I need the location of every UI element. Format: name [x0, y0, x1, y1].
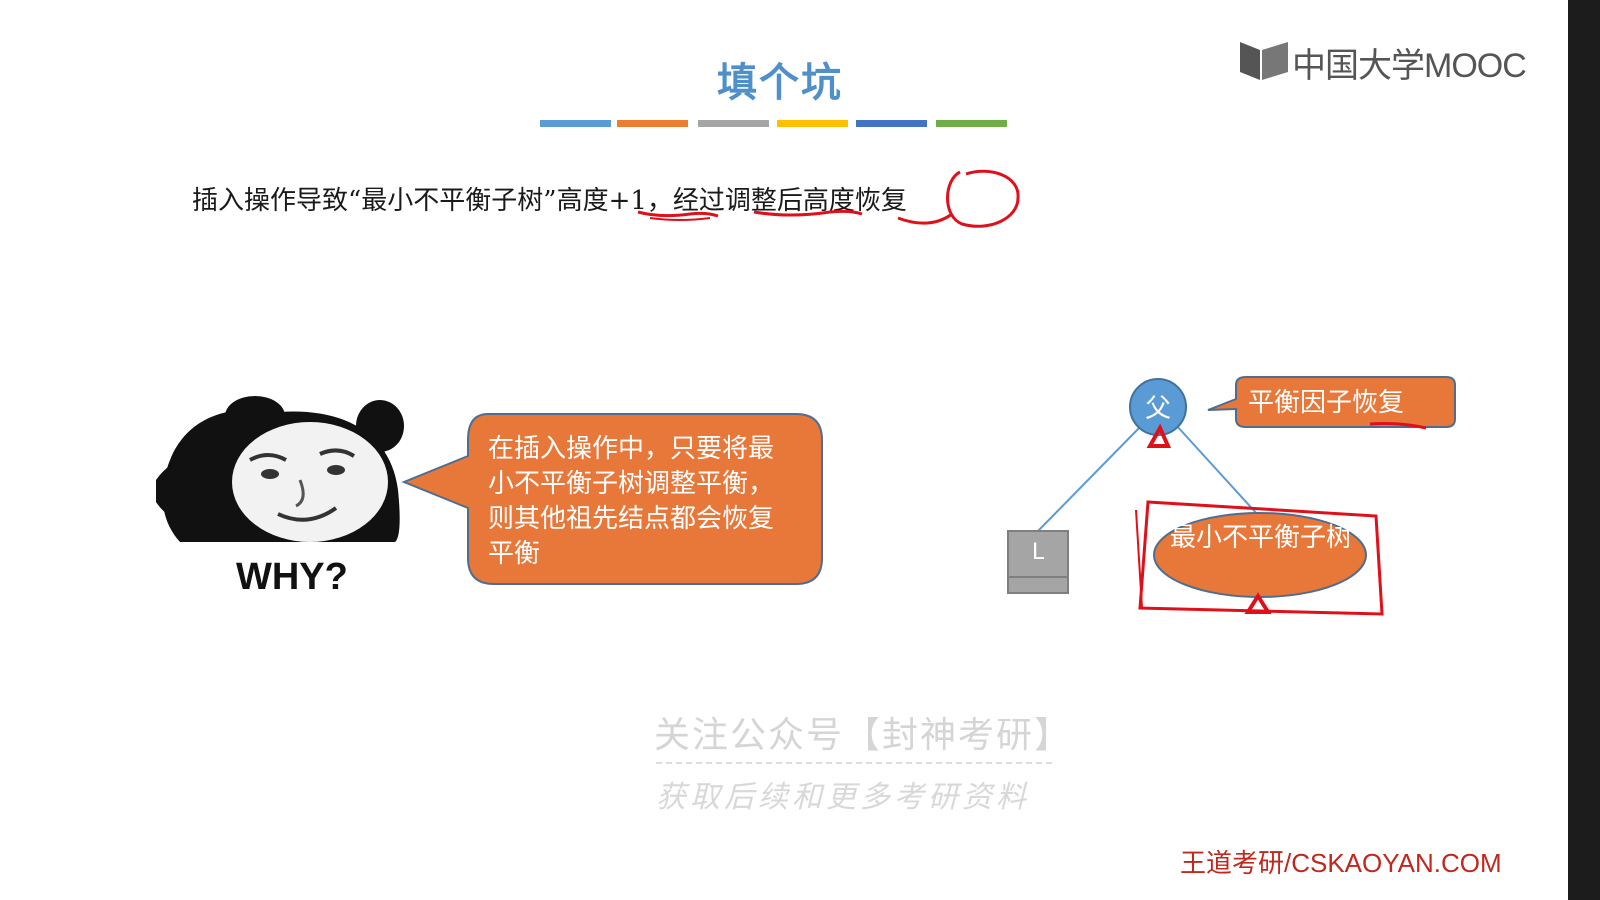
title-bar-darkblue: [856, 120, 927, 127]
left-node-label: L: [1031, 540, 1045, 565]
subtree-node-label: 最小不平衡子树: [1169, 523, 1352, 553]
parent-node-label: 父: [1144, 394, 1171, 424]
slide: 填个坑 中国大学MOOC 插入操作导致“最小不平衡子树”高度+1，经过调整后高度…: [0, 0, 1568, 900]
title-bar-gray: [698, 120, 769, 127]
title-bar-orange: [617, 120, 688, 127]
intro-sentence: 插入操作导致“最小不平衡子树”高度+1，经过调整后高度恢复: [192, 186, 907, 216]
watermark-line-1: 关注公众号【封神考研】: [654, 715, 1073, 756]
watermark-line-2: 获取后续和更多考研资料: [656, 780, 1030, 815]
title-bar-yellow: [777, 120, 848, 127]
meme-caption: WHY?: [236, 556, 348, 598]
title-bar-green: [936, 120, 1007, 127]
mooc-logo-icon: [1240, 42, 1288, 80]
mooc-logo-text: 中国大学MOOC: [1292, 47, 1527, 85]
footer-brand: 王道考研/CSKAOYAN.COM: [1180, 848, 1502, 878]
window-right-edge: [1568, 0, 1600, 900]
speech-bubble-text: 在插入操作中，只要将最小不平衡子树调整平衡，则其他祖先结点都会恢复平衡: [488, 434, 775, 569]
slide-title: 填个坑: [717, 60, 843, 106]
watermark-divider: [656, 762, 1052, 764]
title-bar-blue: [540, 120, 611, 127]
callout-label: 平衡因子恢复: [1248, 388, 1405, 418]
